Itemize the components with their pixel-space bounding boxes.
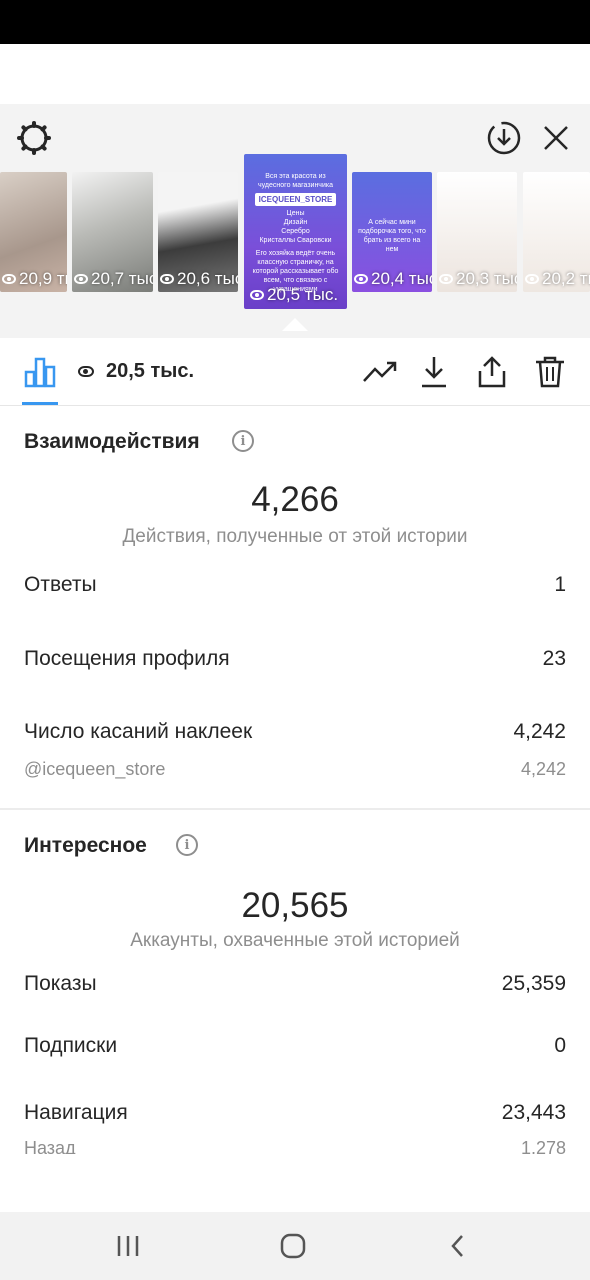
back-icon[interactable] bbox=[438, 1228, 478, 1264]
discovery-total: 20,565 bbox=[241, 886, 349, 925]
story-thumb[interactable]: 20,2 тыс. bbox=[523, 172, 590, 292]
top-spacer bbox=[0, 44, 590, 104]
eye-icon bbox=[78, 366, 94, 377]
sticker-account-value: 4,242 bbox=[520, 759, 566, 779]
story-text: Вся эта красота из чудесного магазинчика… bbox=[252, 173, 339, 293]
impressions-value: 25,359 bbox=[501, 972, 566, 995]
back-value: 1,278 bbox=[520, 1140, 566, 1154]
toolbar-views: 20,5 тыс. bbox=[78, 360, 194, 383]
close-icon[interactable] bbox=[536, 118, 576, 158]
replies-value: 1 bbox=[554, 573, 566, 596]
navigation-label: Навигация bbox=[24, 1101, 128, 1124]
navigation-value: 23,443 bbox=[501, 1101, 566, 1124]
system-nav-bar bbox=[0, 1212, 590, 1280]
story-text: А сейчас мини подборочка того, что брать… bbox=[358, 219, 426, 253]
replies-label: Ответы bbox=[24, 573, 97, 596]
story-views: 20,6 тыс. bbox=[160, 269, 238, 289]
story-thumb[interactable]: А сейчас мини подборочка того, что брать… bbox=[352, 172, 432, 292]
story-views: 20,2 тыс. bbox=[525, 269, 590, 289]
follows-label: Подписки bbox=[24, 1034, 118, 1057]
recents-icon[interactable] bbox=[108, 1228, 148, 1264]
info-icon[interactable]: i bbox=[176, 834, 198, 856]
discovery-section: Интересное i 20,565 Аккаунты, охваченные… bbox=[0, 810, 590, 1140]
back-label: Назад bbox=[24, 1140, 76, 1154]
interactions-title: Взаимодействия bbox=[24, 430, 200, 453]
sticker-taps-label: Число касаний наклеек bbox=[24, 720, 253, 743]
trash-icon[interactable] bbox=[530, 352, 570, 392]
story-thumb-active[interactable]: Вся эта красота из чудесного магазинчика… bbox=[244, 154, 347, 309]
story-thumb[interactable]: 20,3 тыс. bbox=[437, 172, 517, 292]
brand-chip: ICEQUEEN_STORE bbox=[254, 193, 337, 206]
story-thumbnails: 20,9 тыс. 20,7 тыс. 20,6 тыс. Вся эта кр… bbox=[0, 154, 590, 314]
download-circle-icon[interactable] bbox=[484, 118, 524, 158]
interactions-caption: Действия, полученные от этой истории bbox=[122, 526, 468, 547]
share-icon[interactable] bbox=[472, 352, 512, 392]
discovery-title: Интересное bbox=[24, 834, 147, 857]
eye-icon bbox=[354, 274, 368, 284]
interactions-total: 4,266 bbox=[251, 480, 339, 519]
sticker-account-label: @icequeen_store bbox=[24, 759, 166, 779]
profile-visits-value: 23 bbox=[542, 647, 566, 670]
eye-icon bbox=[525, 274, 539, 284]
eye-icon bbox=[250, 290, 264, 300]
sticker-taps-value: 4,242 bbox=[513, 720, 566, 743]
eye-icon bbox=[439, 274, 453, 284]
story-views: 20,7 тыс. bbox=[74, 269, 153, 289]
home-icon[interactable] bbox=[273, 1228, 313, 1264]
discovery-caption: Аккаунты, охваченные этой историей bbox=[130, 930, 460, 951]
story-views: 20,5 тыс. bbox=[250, 285, 338, 305]
story-thumb[interactable]: 20,9 тыс. bbox=[0, 172, 67, 292]
back-row-clipped: Назад 1,278 bbox=[0, 1140, 590, 1154]
story-thumb[interactable]: 20,6 тыс. bbox=[158, 172, 238, 292]
story-views: 20,4 тыс. bbox=[354, 269, 432, 289]
eye-icon bbox=[74, 274, 88, 284]
selection-pointer bbox=[282, 318, 308, 331]
story-strip: 20,9 тыс. 20,7 тыс. 20,6 тыс. Вся эта кр… bbox=[0, 104, 590, 338]
interactions-section: Взаимодействия i 4,266 Действия, получен… bbox=[0, 406, 590, 808]
active-tab-indicator bbox=[22, 402, 58, 405]
story-views: 20,3 тыс. bbox=[439, 269, 517, 289]
eye-icon bbox=[2, 274, 16, 284]
download-icon[interactable] bbox=[414, 352, 454, 392]
story-views: 20,9 тыс. bbox=[2, 269, 67, 289]
trend-icon[interactable] bbox=[360, 352, 400, 392]
follows-value: 0 bbox=[554, 1034, 566, 1057]
bar-chart-icon[interactable] bbox=[20, 352, 60, 392]
info-icon[interactable]: i bbox=[232, 430, 254, 452]
profile-visits-label: Посещения профиля bbox=[24, 647, 230, 670]
status-bar bbox=[0, 0, 590, 44]
story-thumb[interactable]: 20,7 тыс. bbox=[72, 172, 153, 292]
story-toolbar: 20,5 тыс. bbox=[0, 338, 590, 406]
settings-icon[interactable] bbox=[14, 118, 54, 158]
eye-icon bbox=[160, 274, 174, 284]
impressions-label: Показы bbox=[24, 972, 97, 995]
